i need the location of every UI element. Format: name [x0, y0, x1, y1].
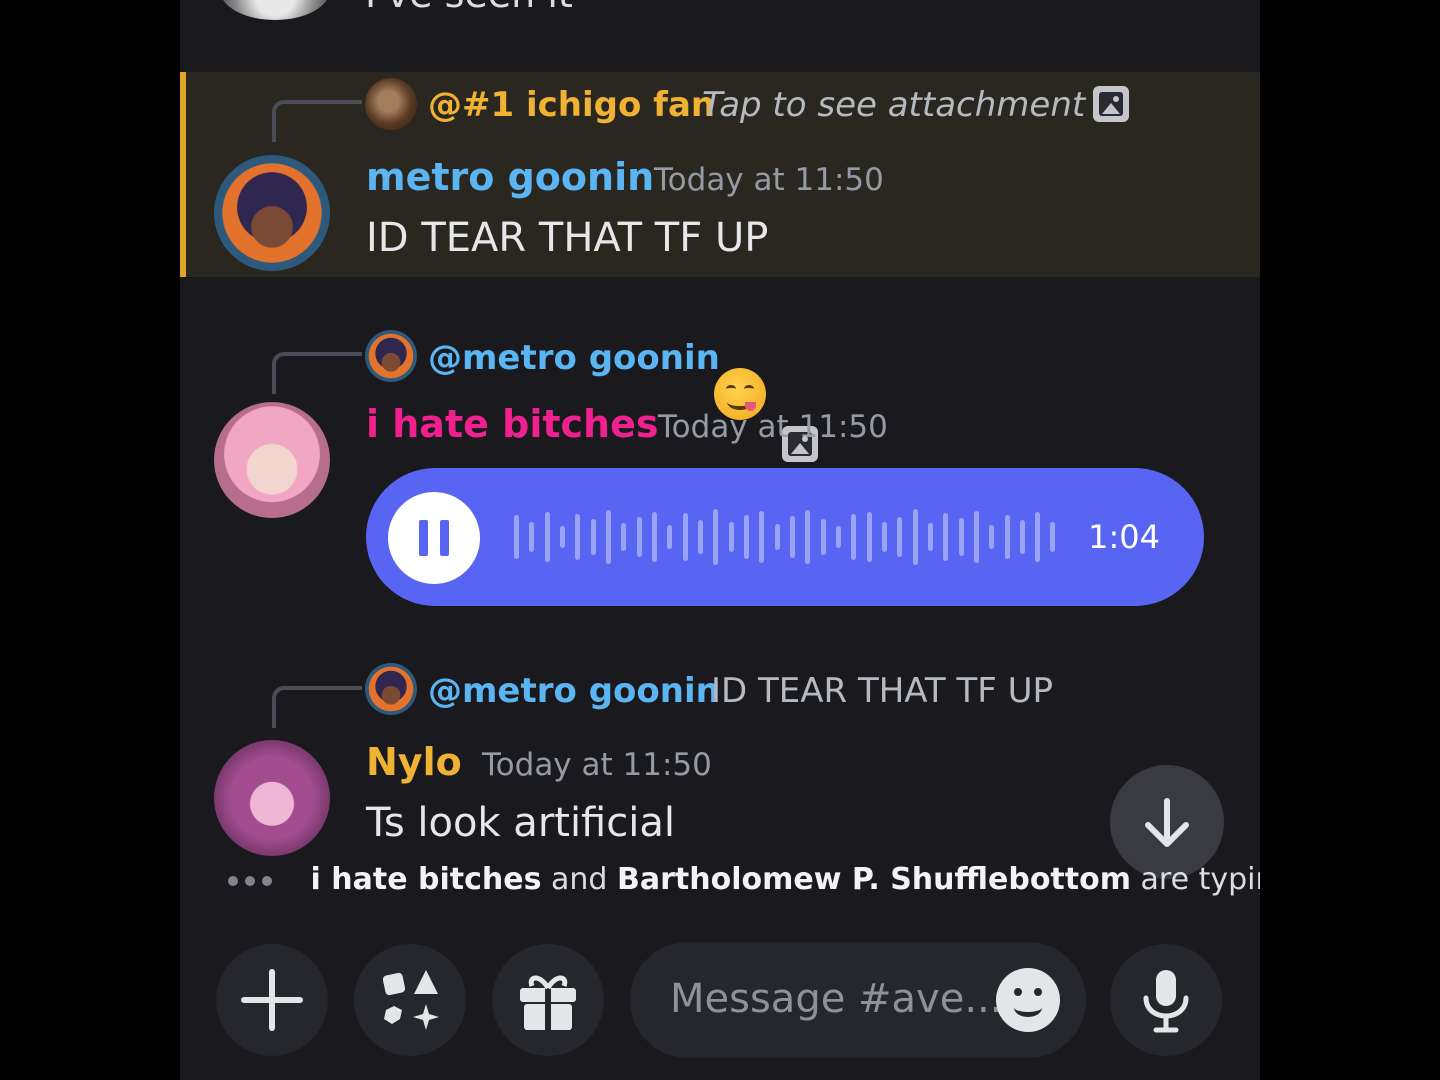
reply-connector: [272, 352, 362, 394]
waveform-bar: [774, 524, 780, 550]
waveform-bar: [514, 515, 519, 559]
waveform-bar: [682, 513, 688, 561]
waveform-bar: [881, 522, 887, 552]
typing-user: Bartholomew P. Shufflebottom: [617, 862, 1131, 897]
waveform[interactable]: [514, 508, 1056, 566]
typing-dots-icon: [228, 862, 279, 897]
waveform-bar: [805, 510, 811, 564]
waveform-bar: [989, 525, 995, 549]
waveform-bar: [621, 523, 627, 551]
waveform-bar: [927, 523, 933, 551]
waveform-bar: [851, 514, 857, 560]
reply-avatar: [365, 78, 417, 130]
message-text: I've seen it: [365, 0, 573, 16]
reply-preview-text[interactable]: ID TEAR THAT TF UP: [711, 671, 1053, 711]
message-author[interactable]: metro goonin: [366, 155, 654, 199]
typing-user: i hate bitches: [310, 862, 542, 897]
apps-icon: [382, 970, 439, 1030]
message-author[interactable]: i hate bitches: [366, 402, 658, 446]
emoji-icon[interactable]: [996, 968, 1060, 1032]
waveform-bar: [590, 519, 596, 555]
pause-icon: [419, 520, 428, 556]
message-placeholder: Message #ave...: [670, 976, 1003, 1022]
waveform-bar: [912, 509, 918, 565]
reply-username[interactable]: @metro goonin: [428, 671, 720, 711]
waveform-bar: [973, 511, 979, 563]
voice-message[interactable]: 1:04: [366, 468, 1204, 606]
waveform-bar: [958, 518, 964, 556]
reply-preview-text[interactable]: Tap to see attachment: [702, 85, 1085, 125]
waveform-bar: [544, 512, 550, 562]
message-timestamp: Today at 11:50: [654, 162, 884, 198]
waveform-bar: [835, 526, 841, 548]
reply-username[interactable]: @metro goonin: [428, 338, 720, 378]
waveform-bar: [759, 511, 765, 563]
waveform-bar: [697, 520, 703, 554]
apps-button[interactable]: [354, 944, 466, 1056]
waveform-bar: [605, 510, 611, 564]
typing-indicator: i hate bitches and Bartholomew P. Shuffl…: [228, 862, 1260, 897]
attach-button[interactable]: [216, 944, 328, 1056]
message-timestamp: Today at 11:50: [482, 747, 712, 783]
chat-screen: I've seen it @#1 ichigo fan Tap to see a…: [180, 0, 1260, 1080]
message-timestamp: Today at 11:50: [658, 409, 888, 445]
waveform-bar: [1035, 512, 1041, 562]
voice-record-button[interactable]: [1110, 944, 1222, 1056]
gift-button[interactable]: [492, 944, 604, 1056]
waveform-bar: [667, 525, 673, 549]
waveform-bar: [743, 515, 749, 559]
waveform-bar: [575, 514, 581, 560]
gift-icon: [520, 975, 576, 1030]
reply-avatar: [365, 330, 417, 382]
waveform-bar: [943, 513, 949, 561]
waveform-bar: [636, 517, 642, 557]
message-author[interactable]: Nylo: [366, 740, 462, 784]
waveform-bar: [728, 522, 734, 552]
waveform-bar: [866, 512, 872, 562]
waveform-bar: [1019, 520, 1025, 554]
typing-suffix: are typing...: [1140, 862, 1260, 897]
microphone-icon: [1143, 970, 1189, 1033]
reply-username[interactable]: @#1 ichigo fan: [428, 85, 715, 125]
waveform-bar: [651, 512, 657, 562]
reply-connector: [272, 100, 362, 142]
avatar[interactable]: [220, 0, 330, 20]
reply-avatar: [365, 663, 417, 715]
waveform-bar: [789, 516, 795, 558]
waveform-bar: [897, 517, 903, 557]
waveform-bar: [713, 509, 719, 565]
typing-joiner: and: [551, 862, 608, 897]
plus-icon: [241, 969, 303, 1031]
waveform-bar: [529, 522, 535, 552]
message-input[interactable]: Message #ave...: [630, 942, 1086, 1058]
message-text: ID TEAR THAT TF UP: [366, 215, 769, 261]
user-avatar[interactable]: [214, 402, 330, 518]
image-icon: [1093, 86, 1129, 122]
waveform-bar: [1050, 522, 1056, 552]
waveform-bar: [559, 526, 565, 548]
message-text: Ts look artificial: [366, 800, 675, 846]
user-avatar[interactable]: [214, 155, 330, 271]
user-avatar[interactable]: [214, 740, 330, 856]
waveform-bar: [820, 519, 826, 555]
reply-connector: [272, 686, 362, 728]
pause-button[interactable]: [388, 492, 480, 584]
mention-highlight-bar: [180, 72, 186, 277]
voice-duration: 1:04: [1088, 518, 1160, 556]
waveform-bar: [1004, 515, 1010, 559]
